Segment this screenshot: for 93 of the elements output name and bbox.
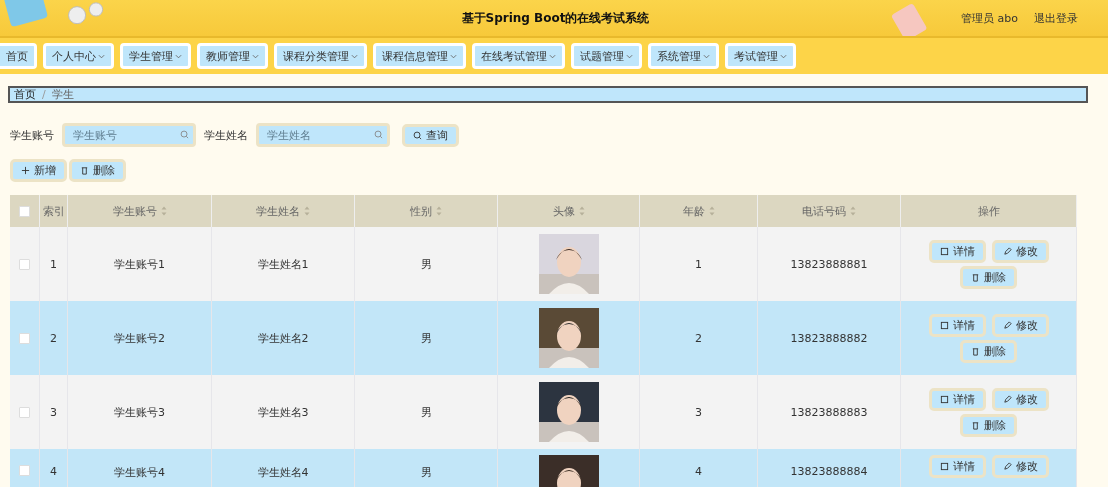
table-cell: 1 bbox=[695, 257, 702, 271]
sort-icon[interactable] bbox=[850, 206, 856, 216]
row-checkbox[interactable] bbox=[19, 258, 30, 270]
row-checkbox[interactable] bbox=[19, 406, 30, 418]
column-header[interactable]: 电话号码 bbox=[802, 203, 846, 219]
table-cell: 2 bbox=[695, 331, 702, 345]
trash-icon bbox=[971, 272, 980, 282]
nav-menu-item[interactable]: 课程分类管理 bbox=[274, 43, 367, 69]
sort-icon[interactable] bbox=[436, 206, 442, 216]
column-header[interactable]: 头像 bbox=[552, 203, 575, 219]
trash-icon bbox=[971, 346, 980, 356]
nav-menu-item[interactable]: 教师管理 bbox=[197, 43, 268, 69]
column-header[interactable]: 性别 bbox=[410, 203, 432, 219]
delete-button[interactable]: 删除 bbox=[960, 413, 1017, 437]
breadcrumb-link[interactable]: 首页 bbox=[14, 87, 36, 102]
app-title: 基于Spring Boot的在线考试系统 bbox=[460, 9, 651, 27]
table-cell: 4 bbox=[695, 465, 702, 478]
nav-menu-item[interactable]: 课程信息管理 bbox=[373, 43, 466, 69]
column-header[interactable]: 学生账号 bbox=[112, 203, 157, 219]
breadcrumb-link[interactable]: 学生 bbox=[51, 87, 74, 102]
nav-menu-item[interactable]: 学生管理 bbox=[120, 43, 191, 69]
delete-button[interactable]: 删除 bbox=[960, 339, 1017, 363]
pencil-icon bbox=[1002, 462, 1012, 471]
table-cell: 学生账号3 bbox=[114, 404, 165, 420]
nav-menu-item[interactable]: 在线考试管理 bbox=[472, 43, 565, 69]
table-cell: 学生姓名2 bbox=[257, 330, 309, 346]
column-header[interactable]: 操作 bbox=[977, 203, 1000, 219]
table-cell: 13823888884 bbox=[790, 465, 868, 478]
document-icon bbox=[939, 320, 949, 330]
table-cell: 2 bbox=[50, 331, 57, 345]
details-button[interactable]: 详情 bbox=[928, 455, 986, 478]
breadcrumb-separator: / bbox=[42, 88, 46, 101]
table-cell: 学生账号4 bbox=[114, 465, 165, 480]
pencil-icon bbox=[1002, 246, 1012, 256]
add-button[interactable]: 新增 bbox=[10, 159, 67, 182]
document-icon bbox=[939, 462, 949, 471]
row-checkbox[interactable] bbox=[19, 465, 30, 476]
table-cell: 男 bbox=[420, 465, 432, 480]
sort-icon[interactable] bbox=[160, 206, 167, 216]
sort-icon[interactable] bbox=[708, 206, 715, 216]
table-cell: 1 bbox=[50, 257, 57, 271]
table-cell: 3 bbox=[50, 405, 57, 419]
trash-icon bbox=[971, 420, 980, 430]
sort-icon[interactable] bbox=[304, 206, 310, 216]
nav-menu-item[interactable]: 系统管理 bbox=[648, 43, 719, 69]
table-cell: 4 bbox=[50, 465, 57, 478]
search-icon bbox=[180, 130, 189, 139]
table-cell: 学生账号1 bbox=[114, 256, 165, 272]
nav-menu-item[interactable]: 试题管理 bbox=[571, 43, 642, 69]
pencil-icon bbox=[1002, 394, 1012, 404]
table-cell: 学生姓名1 bbox=[257, 256, 309, 272]
delete-button[interactable]: 删除 bbox=[69, 159, 126, 182]
table-cell: 3 bbox=[695, 405, 702, 419]
edit-button[interactable]: 修改 bbox=[991, 387, 1049, 411]
table-cell: 13823888882 bbox=[790, 331, 868, 345]
edit-button[interactable]: 修改 bbox=[991, 239, 1049, 263]
table-cell: 13823888883 bbox=[790, 405, 868, 419]
nav-menu-item[interactable]: 考试管理 bbox=[725, 43, 796, 69]
table-cell: 学生账号2 bbox=[114, 330, 165, 346]
document-icon bbox=[939, 246, 949, 256]
search-field[interactable]: 学生姓名 bbox=[256, 123, 390, 147]
search-button[interactable]: 查询 bbox=[402, 123, 459, 147]
logout-link[interactable]: 退出登录 bbox=[1034, 10, 1078, 26]
document-icon bbox=[939, 394, 949, 404]
table-cell: 学生姓名4 bbox=[257, 465, 309, 480]
column-header[interactable]: 年龄 bbox=[682, 203, 705, 219]
table-cell: 13823888881 bbox=[790, 257, 868, 271]
select-all-checkbox[interactable] bbox=[19, 205, 30, 217]
row-checkbox[interactable] bbox=[19, 332, 30, 344]
search-field[interactable]: 学生账号 bbox=[62, 123, 196, 147]
column-header[interactable]: 学生姓名 bbox=[256, 203, 300, 219]
table-cell: 男 bbox=[420, 256, 432, 272]
details-button[interactable]: 详情 bbox=[928, 239, 986, 263]
delete-button[interactable]: 删除 bbox=[960, 265, 1017, 289]
nav-menu-item[interactable]: 个人中心 bbox=[43, 43, 114, 69]
trash-icon bbox=[80, 166, 89, 175]
search-icon bbox=[413, 130, 422, 140]
user-label: 管理员 abo bbox=[961, 10, 1018, 26]
column-header[interactable]: 索引 bbox=[42, 203, 65, 219]
table-cell: 学生姓名3 bbox=[257, 404, 309, 420]
field-label: 学生姓名 bbox=[204, 127, 248, 143]
plus-icon bbox=[21, 166, 30, 175]
edit-button[interactable]: 修改 bbox=[991, 455, 1049, 478]
details-button[interactable]: 详情 bbox=[928, 313, 986, 337]
details-button[interactable]: 详情 bbox=[928, 387, 986, 411]
table-cell: 男 bbox=[420, 330, 432, 346]
edit-button[interactable]: 修改 bbox=[991, 313, 1049, 337]
search-icon bbox=[374, 130, 383, 139]
table-cell: 男 bbox=[420, 404, 432, 420]
sort-icon[interactable] bbox=[578, 206, 585, 216]
pencil-icon bbox=[1002, 320, 1012, 330]
nav-menu-item[interactable]: 首页 bbox=[0, 43, 37, 69]
field-label: 学生账号 bbox=[10, 127, 54, 143]
